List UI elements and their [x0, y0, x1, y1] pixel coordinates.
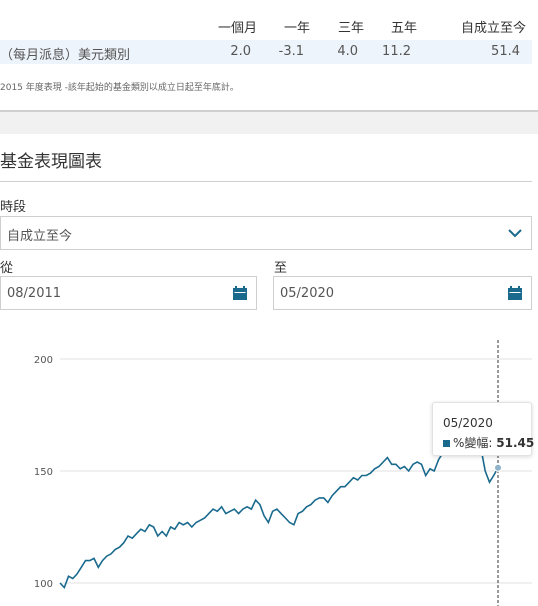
header-5-year: 五年 [390, 21, 417, 36]
y-tick-label: 150 [34, 467, 53, 478]
from-date-value: 08/2011 [7, 286, 62, 301]
hover-point [494, 463, 502, 472]
tooltip-series-label: %變幅: [453, 436, 493, 450]
header-3-year: 三年 [337, 21, 364, 36]
y-tick-label: 100 [34, 579, 53, 590]
performance-footnote: 2015 年度表現 -該年起始的基金類別以成立日起至年底計。 [0, 83, 239, 93]
to-date-value: 05/2020 [280, 286, 335, 301]
y-tick-label: 200 [34, 355, 53, 366]
header-1-year: 一年 [283, 21, 310, 36]
tooltip-value: 51.45 [496, 436, 535, 450]
header-since-inception: 自成立至今 [460, 21, 526, 36]
value-since-inception: 51.4 [491, 44, 520, 59]
value-3-year: 4.0 [337, 44, 358, 59]
from-label: 從 [0, 261, 14, 276]
performance-table-header: 一個月 一年 三年 五年 自成立至今 [0, 12, 538, 38]
period-label: 時段 [0, 200, 27, 215]
chart-tooltip: 05/2020 %變幅: 51.45 [432, 402, 534, 456]
table-row: （每月派息）美元類別 2.0 -3.1 4.0 11.2 51.4 [0, 40, 532, 64]
share-class-name: （每月派息）美元類別 [0, 48, 131, 63]
value-5-year: 11.2 [382, 44, 411, 59]
value-1-month: 2.0 [230, 44, 251, 59]
period-selected-value: 自成立至今 [7, 229, 73, 244]
series-line [59, 436, 499, 589]
performance-table: 一個月 一年 三年 五年 自成立至今 （每月派息）美元類別 2.0 -3.1 4… [0, 12, 538, 64]
calendar-icon[interactable] [232, 285, 248, 301]
title-divider [0, 181, 532, 182]
to-date-field[interactable]: 05/2020 [273, 276, 532, 310]
from-date-field[interactable]: 08/2011 [0, 276, 257, 310]
header-1-month: 一個月 [217, 21, 257, 36]
tooltip-value-line: %變幅: 51.45 [443, 434, 534, 451]
chevron-down-icon[interactable] [507, 225, 523, 241]
tooltip-date: 05/2020 [443, 416, 493, 430]
chart-section-title: 基金表現圖表 [0, 152, 102, 172]
calendar-icon[interactable] [507, 285, 523, 301]
to-label: 至 [274, 261, 288, 276]
value-1-year: -3.1 [278, 44, 304, 59]
performance-chart: 200 150 100 [34, 340, 532, 606]
section-divider [0, 110, 538, 134]
period-select[interactable]: 自成立至今 [0, 216, 532, 250]
series-swatch [443, 440, 450, 447]
